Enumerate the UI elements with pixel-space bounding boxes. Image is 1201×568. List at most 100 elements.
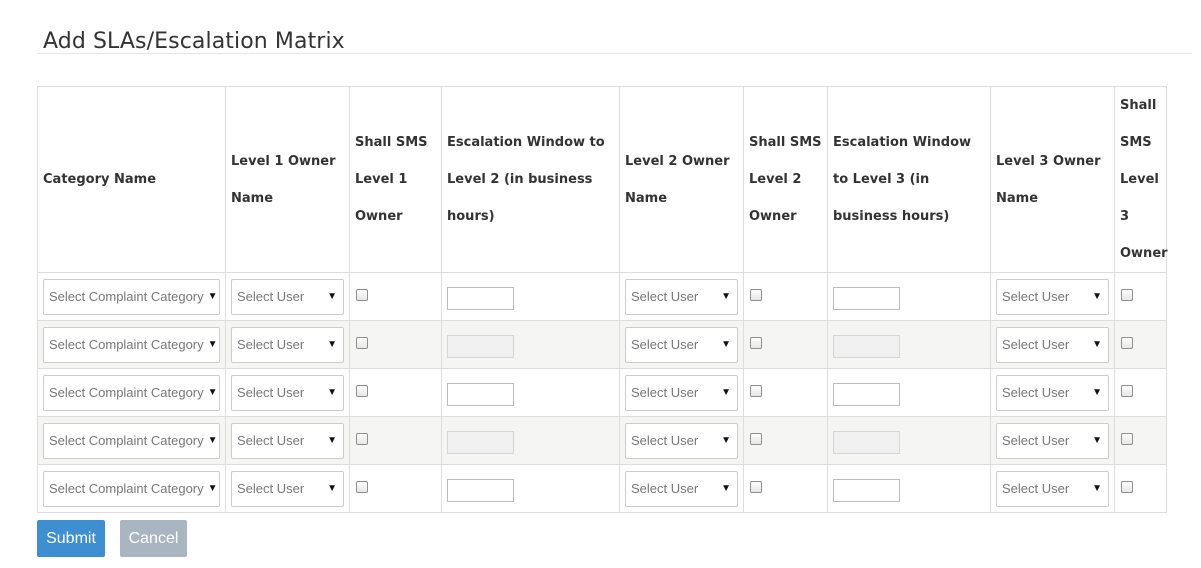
level1-owner-select[interactable]: Select User ▼ [231, 374, 344, 411]
title-divider [37, 53, 1192, 54]
table-cell [349, 368, 442, 417]
level3-owner-select[interactable]: Select User ▼ [996, 326, 1109, 363]
level3-owner-select-value: Select User [1002, 337, 1070, 352]
level2-owner-select[interactable]: Select User ▼ [625, 422, 738, 459]
escalation-window-level2-input[interactable] [447, 287, 514, 310]
table-cell [1114, 320, 1167, 369]
table-cell: Select User ▼ [990, 368, 1115, 417]
sms-level3-checkbox[interactable] [1121, 433, 1133, 445]
sms-level2-checkbox[interactable] [750, 289, 762, 301]
level2-owner-select[interactable]: Select User ▼ [625, 470, 738, 507]
escalation-window-level3-input[interactable] [833, 431, 900, 454]
caret-down-icon: ▼ [207, 291, 218, 302]
level2-owner-select[interactable]: Select User ▼ [625, 326, 738, 363]
caret-down-icon: ▼ [1092, 387, 1102, 398]
sms-level2-checkbox[interactable] [750, 385, 762, 397]
sms-level3-checkbox[interactable] [1121, 289, 1133, 301]
level3-owner-select[interactable]: Select User ▼ [996, 374, 1109, 411]
sms-level1-checkbox[interactable] [356, 337, 368, 349]
level3-owner-select-value: Select User [1002, 481, 1070, 496]
table-cell: Select User ▼ [619, 320, 744, 369]
category-select-value: Select Complaint Category [49, 337, 204, 352]
table-cell [441, 416, 620, 465]
sms-level3-checkbox[interactable] [1121, 481, 1133, 493]
level1-owner-select-value: Select User [237, 433, 305, 448]
category-select[interactable]: Select Complaint Category ▼ [43, 470, 220, 507]
table-cell [743, 272, 828, 321]
table-cell [827, 464, 991, 513]
caret-down-icon: ▼ [721, 291, 731, 302]
caret-down-icon: ▼ [721, 339, 731, 350]
table-cell [743, 320, 828, 369]
level1-owner-select[interactable]: Select User ▼ [231, 326, 344, 363]
table-cell [1114, 464, 1167, 513]
sms-level1-checkbox[interactable] [356, 289, 368, 301]
caret-down-icon: ▼ [721, 387, 731, 398]
escalation-window-level2-input[interactable] [447, 335, 514, 358]
level1-owner-select-value: Select User [237, 481, 305, 496]
level1-owner-select[interactable]: Select User ▼ [231, 470, 344, 507]
table-body: Select Complaint Category ▼ Select User ▼ Se… [37, 272, 1167, 513]
category-select[interactable]: Select Complaint Category ▼ [43, 374, 220, 411]
level2-owner-select-value: Select User [631, 337, 699, 352]
table-cell [441, 320, 620, 369]
table-cell: Select Complaint Category ▼ [37, 368, 226, 417]
caret-down-icon: ▼ [327, 483, 337, 494]
level1-owner-select-value: Select User [237, 385, 305, 400]
sms-level2-checkbox[interactable] [750, 337, 762, 349]
caret-down-icon: ▼ [207, 339, 218, 350]
escalation-window-level2-input[interactable] [447, 479, 514, 502]
table-cell: Select User ▼ [225, 368, 350, 417]
caret-down-icon: ▼ [207, 435, 218, 446]
sms-level3-checkbox[interactable] [1121, 337, 1133, 349]
category-select-value: Select Complaint Category [49, 289, 204, 304]
level2-owner-select-value: Select User [631, 433, 699, 448]
category-select[interactable]: Select Complaint Category ▼ [43, 326, 220, 363]
level3-owner-select-value: Select User [1002, 289, 1070, 304]
table-row: Select Complaint Category ▼ Select User ▼ Se… [37, 320, 1167, 369]
table-cell: Select Complaint Category ▼ [37, 416, 226, 465]
category-select[interactable]: Select Complaint Category ▼ [43, 422, 220, 459]
submit-button[interactable]: Submit [37, 520, 105, 557]
level3-owner-select[interactable]: Select User ▼ [996, 278, 1109, 315]
escalation-window-level3-input[interactable] [833, 479, 900, 502]
caret-down-icon: ▼ [1092, 291, 1102, 302]
table-cell [827, 320, 991, 369]
escalation-window-level3-input[interactable] [833, 383, 900, 406]
table-header-row: Category Name Level 1 Owner Name Shall S… [37, 86, 1168, 273]
table-cell [1114, 368, 1167, 417]
level3-owner-select[interactable]: Select User ▼ [996, 422, 1109, 459]
table-cell [441, 368, 620, 417]
level2-owner-select-value: Select User [631, 385, 699, 400]
escalation-window-level2-input[interactable] [447, 383, 514, 406]
level3-owner-select[interactable]: Select User ▼ [996, 470, 1109, 507]
caret-down-icon: ▼ [327, 291, 337, 302]
table-cell [827, 416, 991, 465]
sms-level2-checkbox[interactable] [750, 481, 762, 493]
sms-level1-checkbox[interactable] [356, 433, 368, 445]
sms-level1-checkbox[interactable] [356, 481, 368, 493]
level1-owner-select[interactable]: Select User ▼ [231, 422, 344, 459]
escalation-window-level3-input[interactable] [833, 335, 900, 358]
category-select[interactable]: Select Complaint Category ▼ [43, 278, 220, 315]
header-level2-owner-name: Level 2 Owner Name [619, 86, 744, 273]
table-cell [349, 464, 442, 513]
table-cell [827, 368, 991, 417]
table-cell: Select Complaint Category ▼ [37, 272, 226, 321]
level2-owner-select[interactable]: Select User ▼ [625, 278, 738, 315]
header-escalation-window-level2: Escalation Window to Level 2 (in busines… [441, 86, 620, 273]
table-cell: Select User ▼ [619, 416, 744, 465]
level1-owner-select[interactable]: Select User ▼ [231, 278, 344, 315]
header-sms-level1-owner: Shall SMS Level 1 Owner [349, 86, 442, 273]
table-cell: Select User ▼ [225, 464, 350, 513]
category-select-value: Select Complaint Category [49, 481, 204, 496]
escalation-window-level3-input[interactable] [833, 287, 900, 310]
table-cell [743, 464, 828, 513]
cancel-button[interactable]: Cancel [120, 520, 187, 557]
level2-owner-select[interactable]: Select User ▼ [625, 374, 738, 411]
caret-down-icon: ▼ [327, 339, 337, 350]
sms-level1-checkbox[interactable] [356, 385, 368, 397]
escalation-window-level2-input[interactable] [447, 431, 514, 454]
sms-level2-checkbox[interactable] [750, 433, 762, 445]
sms-level3-checkbox[interactable] [1121, 385, 1133, 397]
